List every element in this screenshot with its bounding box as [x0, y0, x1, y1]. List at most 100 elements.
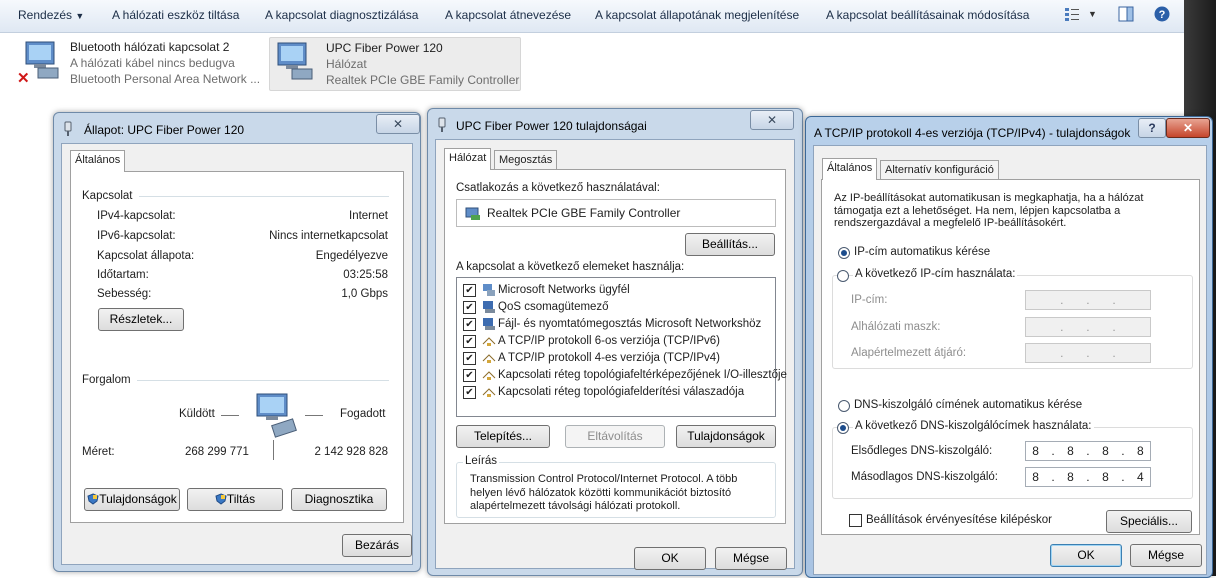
auto-dns-radio[interactable] — [838, 400, 850, 412]
protocol-icon — [482, 369, 496, 384]
separator — [221, 415, 239, 416]
connection-upc[interactable]: UPC Fiber Power 120 Hálózat Realtek PCIe… — [269, 37, 521, 91]
item-properties-button[interactable]: Tulajdonságok — [676, 425, 776, 448]
checkbox-checked-icon[interactable]: ✔ — [463, 301, 476, 314]
item-label: A TCP/IP protokoll 4-es verziója (TCP/IP… — [498, 352, 720, 364]
change-settings-button[interactable]: A kapcsolat beállításainak módosítása — [826, 8, 1029, 22]
separator — [139, 196, 389, 197]
help-icon[interactable]: ? — [1154, 6, 1170, 25]
adapter-name: Realtek PCIe GBE Family Controller — [487, 206, 681, 220]
view-status-button[interactable]: A kapcsolat állapotának megjelenítése — [595, 8, 799, 22]
tab-alternate-config[interactable]: Alternatív konfiguráció — [880, 160, 999, 179]
configure-button[interactable]: Beállítás... — [685, 233, 775, 256]
preferred-dns-field[interactable]: 8.8.8.8 — [1025, 441, 1151, 461]
speed-value: 1,0 Gbps — [341, 288, 388, 300]
item-label: QoS csomagütemező — [498, 301, 609, 313]
cancel-button[interactable]: Mégse — [1130, 544, 1202, 567]
checkbox-checked-icon[interactable]: ✔ — [463, 335, 476, 348]
protocol-icon — [482, 352, 496, 367]
separator — [305, 415, 323, 416]
close-button[interactable]: ✕ — [750, 110, 794, 130]
ok-button[interactable]: OK — [634, 547, 706, 570]
alternate-dns-field[interactable]: 8.8.8.4 — [1025, 467, 1151, 487]
description-group: Leírás Transmission Control Protocol/Int… — [456, 455, 776, 518]
disable-button[interactable]: Tiltás — [187, 488, 283, 511]
disable-device-button[interactable]: A hálózati eszköz tiltása — [112, 8, 239, 22]
connection-device: Bluetooth Personal Area Network ... — [70, 72, 261, 86]
checkbox-checked-icon[interactable]: ✔ — [463, 318, 476, 331]
manual-dns-radio[interactable] — [837, 422, 849, 434]
octet: 8 — [1137, 444, 1144, 458]
help-button[interactable]: ? — [1138, 118, 1166, 138]
list-item[interactable]: ✔ QoS csomagütemező — [463, 299, 773, 316]
ipv4-label: IPv4-kapcsolat: — [97, 210, 176, 222]
adapter-icon — [465, 205, 481, 224]
rename-button[interactable]: A kapcsolat átnevezése — [445, 8, 571, 22]
octet: 8 — [1102, 444, 1109, 458]
manual-ip-radio[interactable] — [837, 270, 849, 282]
close-button[interactable]: ✕ — [376, 114, 420, 134]
validate-checkbox[interactable] — [849, 514, 862, 527]
list-item[interactable]: ✔ A TCP/IP protokoll 4-es verziója (TCP/I… — [463, 350, 773, 367]
tab-general[interactable]: Általános — [70, 150, 126, 172]
media-state-label: Kapcsolat állapota: — [97, 250, 195, 262]
dialog-body: Általános Alternatív konfiguráció Az IP-… — [813, 145, 1207, 575]
list-item[interactable]: ✔ Fájl- és nyomtatómegosztás Microsoft Ne… — [463, 316, 773, 333]
tab-sharing[interactable]: Megosztás — [494, 150, 558, 169]
network-plug-icon — [436, 117, 448, 136]
service-icon — [482, 300, 496, 317]
subnet-mask-field: ... — [1025, 317, 1151, 337]
speed-label: Sebesség: — [97, 288, 152, 300]
checkbox-checked-icon[interactable]: ✔ — [463, 284, 476, 297]
validate-label: Beállítások érvényesítése kilépéskor — [866, 514, 1053, 526]
octet: 8 — [1102, 470, 1109, 484]
auto-dns-label: DNS-kiszolgáló címének automatikus kérés… — [854, 399, 1083, 411]
auto-ip-radio[interactable] — [838, 247, 850, 259]
connection-device: Realtek PCIe GBE Family Controller — [326, 73, 520, 87]
list-item[interactable]: ✔ Kapcsolati réteg topológiafelderítési v… — [463, 384, 773, 401]
connection-bluetooth[interactable]: ✕ Bluetooth hálózati kapcsolat 2 A hálóz… — [14, 36, 264, 90]
ok-button[interactable]: OK — [1050, 544, 1122, 567]
components-list[interactable]: ✔ Microsoft Networks ügyfél ✔ QoS csomagüt… — [456, 277, 787, 417]
shield-icon — [87, 492, 99, 506]
install-button[interactable]: Telepítés... — [456, 425, 550, 448]
preview-pane-icon[interactable] — [1118, 6, 1134, 25]
dialog-title: UPC Fiber Power 120 tulajdonságai — [456, 119, 647, 133]
diagnose-button[interactable]: Diagnosztika — [291, 488, 387, 511]
disconnected-x-icon: ✕ — [17, 70, 30, 87]
checkbox-checked-icon[interactable]: ✔ — [463, 386, 476, 399]
octet: 8 — [1032, 444, 1039, 458]
tab-network[interactable]: Hálózat — [444, 148, 492, 170]
duration-label: Időtartam: — [97, 269, 149, 281]
item-label: Kapcsolati réteg topológiafeltérképezőjé… — [498, 369, 787, 381]
organize-menu[interactable]: Rendezés ▼ — [18, 8, 84, 22]
ipv4-properties-dialog: A TCP/IP protokoll 4-es verziója (TCP/IP… — [805, 116, 1213, 578]
disable-label: Tiltás — [226, 492, 256, 506]
description-caption: Leírás — [463, 455, 499, 467]
view-dropdown-icon[interactable]: ▼ — [1088, 9, 1097, 19]
cancel-button[interactable]: Mégse — [715, 547, 787, 570]
intro-text: Az IP-beállításokat automatikusan is meg… — [834, 192, 1144, 229]
close-dialog-button[interactable]: Bezárás — [342, 534, 412, 557]
tab-general[interactable]: Általános — [822, 158, 878, 180]
properties-label: Tulajdonságok — [99, 492, 177, 506]
advanced-button[interactable]: Speciális... — [1106, 510, 1192, 533]
checkbox-checked-icon[interactable]: ✔ — [463, 352, 476, 365]
list-item[interactable]: ✔ Kapcsolati réteg topológiafeltérképezőj… — [463, 367, 787, 384]
ipv6-value: Nincs internetkapcsolat — [269, 230, 388, 242]
tab-pane: Az IP-beállításokat automatikusan is meg… — [821, 179, 1200, 535]
details-button[interactable]: Részletek... — [98, 308, 184, 331]
separator — [273, 440, 274, 460]
separator — [137, 380, 389, 381]
list-item[interactable]: ✔ Microsoft Networks ügyfél — [463, 282, 773, 299]
diagnose-button[interactable]: A kapcsolat diagnosztizálása — [265, 8, 418, 22]
organize-label: Rendezés — [18, 8, 73, 22]
list-item[interactable]: ✔ A TCP/IP protokoll 6-os verziója (TCP/I… — [463, 333, 773, 350]
tab-pane: Csatlakozás a következő használatával: R… — [444, 169, 787, 524]
checkbox-checked-icon[interactable]: ✔ — [463, 369, 476, 382]
view-options-icon[interactable] — [1064, 6, 1080, 25]
status-dialog: Állapot: UPC Fiber Power 120 ✕ Általános… — [53, 112, 421, 572]
close-button[interactable]: ✕ — [1166, 118, 1210, 138]
item-label: Microsoft Networks ügyfél — [498, 284, 630, 296]
properties-button[interactable]: Tulajdonságok — [84, 488, 180, 511]
